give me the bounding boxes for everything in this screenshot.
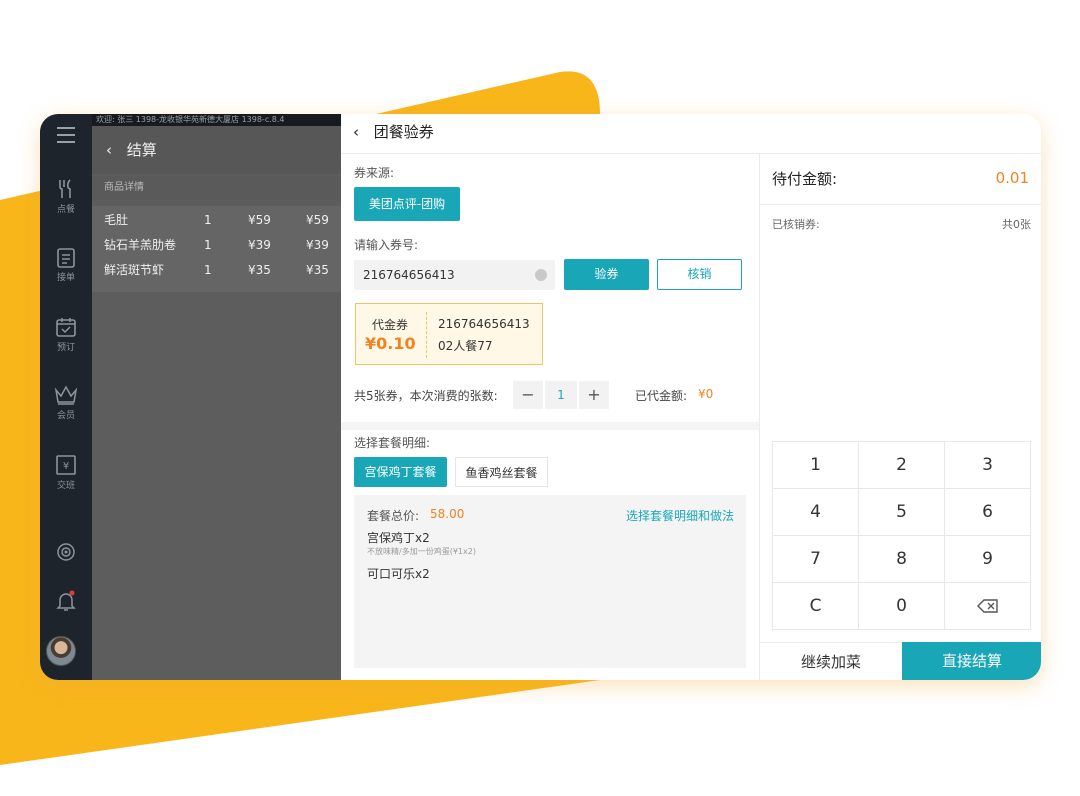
package-option-kungpao[interactable]: 宫保鸡丁套餐 <box>354 457 447 487</box>
key-0[interactable]: 0 <box>859 583 945 630</box>
settlement-title: 结算 <box>126 141 157 159</box>
clear-icon[interactable] <box>535 269 547 281</box>
decrement-button[interactable]: − <box>513 381 543 409</box>
clipboard-icon <box>40 246 92 268</box>
count-text: 共5张券，本次消费的张数: <box>354 389 498 403</box>
divider <box>760 204 1041 205</box>
coupon-divider <box>426 312 427 358</box>
avatar[interactable] <box>46 636 76 666</box>
back-icon[interactable]: ‹ <box>353 123 359 141</box>
signal-icon[interactable] <box>40 542 92 562</box>
cash-register-icon: ¥ <box>40 454 92 476</box>
checkout-button[interactable]: 直接结算 <box>902 642 1041 680</box>
coupon-verify-panel: ‹ 团餐验券 券来源: 美团点评-团购 请输入券号: 216764656413 … <box>341 114 1041 680</box>
key-clear[interactable]: C <box>773 583 859 630</box>
key-8[interactable]: 8 <box>859 536 945 583</box>
bell-icon[interactable] <box>40 590 92 612</box>
detail-line1-note: 不放味精/多加一份鸡蛋(¥1x2) <box>367 547 476 556</box>
coupon-type: 代金券 <box>372 318 409 332</box>
source-label: 券来源: <box>354 166 395 180</box>
key-9[interactable]: 9 <box>945 536 1031 583</box>
nav-item-order[interactable]: 点餐 <box>40 178 92 215</box>
back-icon[interactable]: ‹ <box>106 141 112 159</box>
discount-label: 已代金额: <box>635 389 688 403</box>
detail-total-label: 套餐总价: <box>367 509 420 523</box>
nav-label-reserve: 预订 <box>56 343 75 353</box>
list-item: 鲜活斑节虾 1 ¥35 ¥35 <box>104 263 329 277</box>
coupon-code-input[interactable]: 216764656413 <box>354 260 555 290</box>
stage: 点餐 接单 预订 会员 ¥ 交班 欢迎: 张三 1398-龙收银华苑新德大厦店 … <box>0 0 1080 796</box>
detail-edit-link[interactable]: 选择套餐明细和做法 <box>626 507 734 524</box>
nav-item-member[interactable]: 会员 <box>40 384 92 421</box>
key-7[interactable]: 7 <box>773 536 859 583</box>
redeemed-count: 共0张 <box>1002 218 1031 231</box>
svg-text:¥: ¥ <box>63 461 69 472</box>
key-5[interactable]: 5 <box>859 489 945 536</box>
code-label: 请输入券号: <box>354 238 419 252</box>
panel-right: 待付金额: 0.01 已核销券: 共0张 1 2 3 4 5 6 7 8 9 C… <box>759 154 1041 680</box>
package-label: 选择套餐明细: <box>354 436 431 450</box>
key-3[interactable]: 3 <box>945 442 1031 489</box>
fork-knife-icon <box>40 178 92 200</box>
key-2[interactable]: 2 <box>859 442 945 489</box>
nav-item-accept[interactable]: 接单 <box>40 246 92 283</box>
due-value: 0.01 <box>995 169 1029 187</box>
divider <box>341 422 759 430</box>
detail-total-value: 58.00 <box>430 507 465 521</box>
backspace-icon <box>976 596 999 616</box>
due-label: 待付金额: <box>772 170 838 188</box>
source-button[interactable]: 美团点评-团购 <box>354 187 460 221</box>
detail-line1: 宫保鸡丁x2 <box>367 531 430 545</box>
key-4[interactable]: 4 <box>773 489 859 536</box>
key-1[interactable]: 1 <box>773 442 859 489</box>
panel-header: ‹ 团餐验券 <box>341 114 1041 154</box>
nav-label-accept: 接单 <box>56 273 75 283</box>
settlement-subtitle: 商品详情 <box>92 176 341 200</box>
continue-order-button[interactable]: 继续加菜 <box>760 642 902 680</box>
crown-icon <box>40 384 92 406</box>
package-option-yuxiang[interactable]: 鱼香鸡丝套餐 <box>455 457 548 487</box>
count-value[interactable]: 1 <box>545 381 577 409</box>
coupon-code: 216764656413 <box>438 317 530 331</box>
detail-line2: 可口可乐x2 <box>367 567 430 581</box>
numeric-keypad: 1 2 3 4 5 6 7 8 9 C 0 <box>772 441 1032 631</box>
calendar-check-icon <box>40 316 92 338</box>
list-item: 钻石羊羔肋卷 1 ¥39 ¥39 <box>104 238 329 252</box>
coupon-desc: 02人餐77 <box>438 339 493 353</box>
left-nav: 点餐 接单 预订 会员 ¥ 交班 <box>40 114 92 680</box>
status-topbar: 欢迎: 张三 1398-龙收银华苑新德大厦店 1398-c.8.4 <box>92 114 341 126</box>
package-detail: 套餐总价: 58.00 选择套餐明细和做法 宫保鸡丁x2 不放味精/多加一份鸡蛋… <box>354 495 746 668</box>
increment-button[interactable]: + <box>579 381 609 409</box>
settlement-page: 欢迎: 张三 1398-龙收银华苑新德大厦店 1398-c.8.4 ‹ 结算 商… <box>92 114 341 680</box>
coupon-card[interactable]: 代金券 ¥0.10 216764656413 02人餐77 <box>355 303 543 365</box>
nav-item-reserve[interactable]: 预订 <box>40 316 92 353</box>
redeem-button[interactable]: 核销 <box>657 259 742 290</box>
nav-item-shift[interactable]: ¥ 交班 <box>40 454 92 491</box>
discount-value: ¥0 <box>698 387 714 401</box>
panel-left: 券来源: 美团点评-团购 请输入券号: 216764656413 验券 核销 代… <box>341 154 759 680</box>
key-6[interactable]: 6 <box>945 489 1031 536</box>
verify-button[interactable]: 验券 <box>564 259 649 290</box>
pos-device-screen: 点餐 接单 预订 会员 ¥ 交班 欢迎: 张三 1398-龙收银华苑新德大厦店 … <box>40 114 1041 680</box>
settlement-item-list: 毛肚 1 ¥59 ¥59 钻石羊羔肋卷 1 ¥39 ¥39 鲜活斑节虾 1 ¥3… <box>92 206 341 292</box>
panel-title: 团餐验券 <box>373 123 434 141</box>
menu-icon[interactable] <box>40 126 92 144</box>
nav-label-shift: 交班 <box>56 481 75 491</box>
list-item: 毛肚 1 ¥59 ¥59 <box>104 213 329 227</box>
nav-label-member: 会员 <box>56 411 75 421</box>
coupon-amount: ¥0.10 <box>365 334 416 353</box>
redeemed-label: 已核销券: <box>772 218 820 231</box>
nav-label-order: 点餐 <box>56 205 75 215</box>
settlement-header: ‹ 结算 <box>92 126 341 174</box>
key-backspace[interactable] <box>945 583 1031 630</box>
